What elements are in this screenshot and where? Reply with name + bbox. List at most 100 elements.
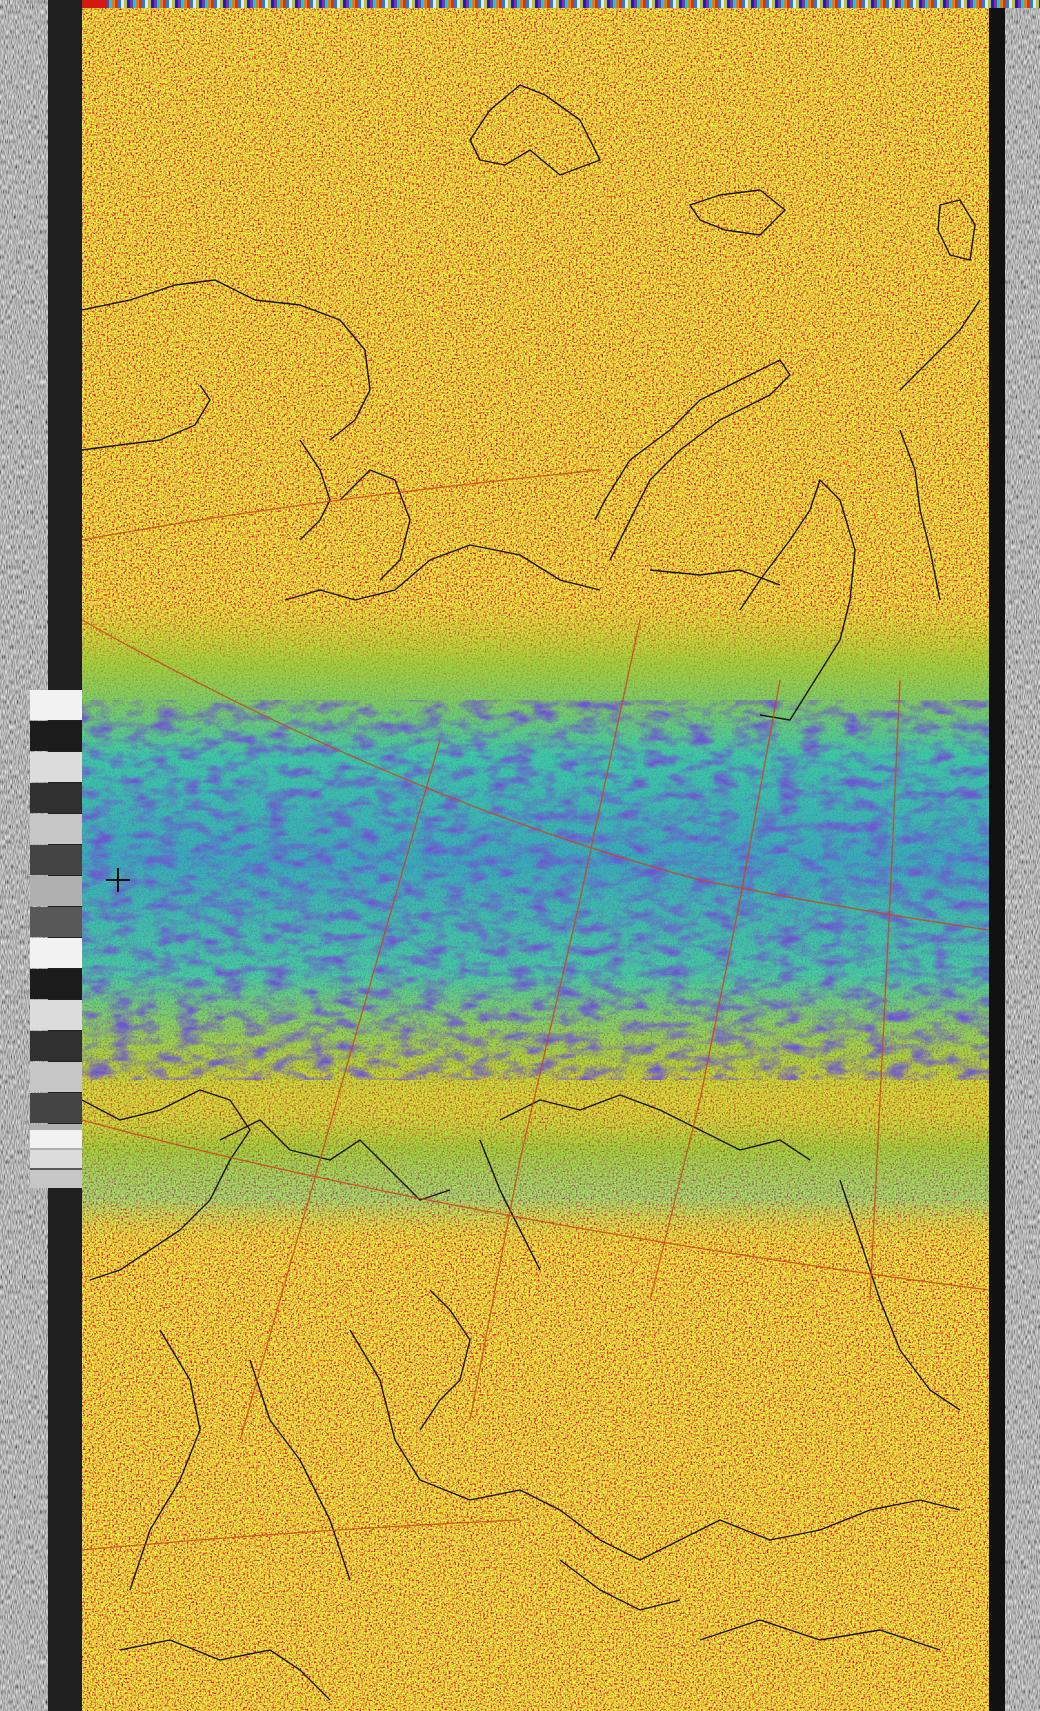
- scale-tick: [928, 0, 931, 8]
- scale-tick: [802, 0, 805, 8]
- scale-tick: [631, 0, 634, 8]
- scale-tick: [259, 0, 262, 8]
- scale-tick: [958, 0, 961, 8]
- scale-tick: [835, 0, 838, 8]
- scale-tick: [913, 0, 916, 8]
- scale-tick: [772, 0, 775, 8]
- scale-tick: [874, 0, 877, 8]
- scale-tick: [196, 0, 199, 8]
- scale-tick: [577, 0, 580, 8]
- scale-tick: [172, 0, 175, 8]
- scale-tick: [625, 0, 628, 8]
- telemetry-wedge: [30, 1150, 82, 1168]
- scale-tick: [805, 0, 808, 8]
- scale-tick: [985, 0, 988, 8]
- scale-tick: [133, 0, 136, 8]
- scale-tick: [187, 0, 190, 8]
- scale-tick: [592, 0, 595, 8]
- scale-tick: [142, 0, 145, 8]
- scale-tick: [952, 0, 955, 8]
- scale-tick: [460, 0, 463, 8]
- scale-tick: [892, 0, 895, 8]
- scale-tick: [361, 0, 364, 8]
- scale-tick: [205, 0, 208, 8]
- scale-tick: [331, 0, 334, 8]
- scale-tick: [268, 0, 271, 8]
- scale-tick: [661, 0, 664, 8]
- scale-tick: [700, 0, 703, 8]
- main-colour-frame: [82, 8, 989, 1711]
- scale-tick: [739, 0, 742, 8]
- scale-tick: [799, 0, 802, 8]
- scale-tick: [271, 0, 274, 8]
- scale-tick: [847, 0, 850, 8]
- scale-tick: [823, 0, 826, 8]
- scale-tick: [949, 0, 952, 8]
- scale-tick: [466, 0, 469, 8]
- scale-tick: [193, 0, 196, 8]
- scale-tick: [556, 0, 559, 8]
- scale-tick: [898, 0, 901, 8]
- scale-tick: [163, 0, 166, 8]
- scale-tick: [643, 0, 646, 8]
- scale-tick: [667, 0, 670, 8]
- scale-tick: [499, 0, 502, 8]
- scale-tick: [1036, 0, 1039, 8]
- scale-tick: [265, 0, 268, 8]
- scale-tick: [214, 0, 217, 8]
- scale-tick: [346, 0, 349, 8]
- scale-tick: [655, 0, 658, 8]
- scale-tick: [637, 0, 640, 8]
- scale-tick: [229, 0, 232, 8]
- scale-tick: [241, 0, 244, 8]
- scale-tick: [820, 0, 823, 8]
- satellite-image: [0, 0, 1040, 1711]
- scale-tick: [403, 0, 406, 8]
- scale-tick: [373, 0, 376, 8]
- scale-tick: [478, 0, 481, 8]
- scale-tick: [937, 0, 940, 8]
- scale-tick: [352, 0, 355, 8]
- scale-tick: [769, 0, 772, 8]
- telemetry-wedge: [30, 1031, 82, 1061]
- scale-tick: [340, 0, 343, 8]
- scale-tick: [697, 0, 700, 8]
- scale-tick: [1024, 0, 1027, 8]
- scale-tick: [811, 0, 814, 8]
- scale-tick: [706, 0, 709, 8]
- scale-tick: [409, 0, 412, 8]
- scale-tick: [127, 0, 130, 8]
- scale-tick: [868, 0, 871, 8]
- scale-tick: [328, 0, 331, 8]
- scale-tick: [208, 0, 211, 8]
- scale-tick: [604, 0, 607, 8]
- scale-tick: [220, 0, 223, 8]
- scale-tick: [910, 0, 913, 8]
- scale-tick: [934, 0, 937, 8]
- scale-tick: [256, 0, 259, 8]
- scale-tick: [364, 0, 367, 8]
- scale-tick: [562, 0, 565, 8]
- scale-tick: [178, 0, 181, 8]
- scale-tick: [490, 0, 493, 8]
- scale-tick: [238, 0, 241, 8]
- scale-tick: [745, 0, 748, 8]
- scale-tick: [1015, 0, 1018, 8]
- scale-tick: [622, 0, 625, 8]
- scale-tick: [391, 0, 394, 8]
- scale-tick: [1033, 0, 1036, 8]
- scale-tick: [967, 0, 970, 8]
- scale-tick: [619, 0, 622, 8]
- scale-tick: [385, 0, 388, 8]
- scale-tick: [571, 0, 574, 8]
- scale-tick: [676, 0, 679, 8]
- scale-tick: [748, 0, 751, 8]
- scale-tick: [136, 0, 139, 8]
- top-red-marker: [82, 0, 107, 8]
- scale-tick: [301, 0, 304, 8]
- scale-tick: [787, 0, 790, 8]
- top-colour-scale-strip: [82, 0, 1040, 8]
- scale-tick: [250, 0, 253, 8]
- right-sync-strip: [989, 0, 1005, 1711]
- scale-tick: [946, 0, 949, 8]
